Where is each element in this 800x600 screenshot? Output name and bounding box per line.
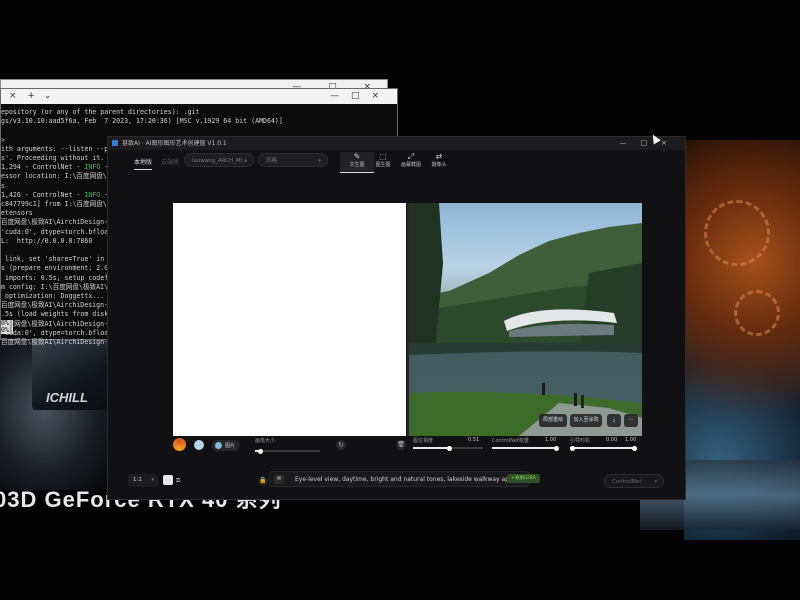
controlnet-select-value: ControlNet [612,479,642,485]
app-toolbar: 本地版 云端版 laowang_ARCH_MI... ▾ 风格 ▾ ✎ 文生图 … [108,150,685,174]
card-brand: ICHILL [46,390,88,405]
slider-handle[interactable] [258,448,264,454]
picture-label: 图片 [225,443,236,449]
minimize-icon[interactable]: — [330,91,351,101]
save-icon[interactable]: ⤓ [607,414,621,427]
render-scene [409,203,642,436]
camera-icon: ⇄ [435,152,443,161]
style-select[interactable]: 风格 ▾ [258,153,328,167]
guidance-range-slider[interactable] [570,445,637,451]
chevron-down-icon: ▾ [654,479,657,485]
model-select-value: laowang_ARCH_MI... [192,158,248,164]
more-icon[interactable]: ⋯ [624,414,638,427]
maximize-icon[interactable]: □ [351,91,372,101]
creativity-fill [413,447,449,449]
generated-render-image: 局部重绘 加入至涂鸦 ⤓ ⋯ [409,203,642,436]
sketch-canvas[interactable] [173,203,406,436]
picture-button[interactable]: 图片 [212,440,240,451]
inpaint-button[interactable]: 局部重绘 [539,414,567,427]
terminal-line: gs/v3.10.10:aad5f6a, Feb 7 2023, 17:20:3… [1,117,283,126]
prompt-text: Eye-level view, daytime, bright and natu… [295,476,515,483]
log-level-info: INFO [84,190,101,199]
prompt-input[interactable]: ⌘ Eye-level view, daytime, bright and na… [269,471,529,487]
creativity-label: 图位相度 [413,438,434,444]
creativity-slider[interactable] [413,445,483,451]
brush-size-slider[interactable] [255,448,320,454]
progress-line: 0%| [1,326,13,334]
aspect-ratio-select[interactable]: 1:1 ▾ [128,474,158,487]
guidance-fill [570,447,636,449]
terminal-window-controls[interactable]: —□× [330,89,391,104]
picture-icon [215,442,222,449]
terminal-titlebar[interactable]: × + ⌄ —□× [1,89,397,104]
mode-camera[interactable]: ⇄ 摄像头 [422,152,456,172]
prompt-tag-icon[interactable]: ⌘ [274,475,284,484]
range-handle-end[interactable] [632,445,637,451]
range-handle-start[interactable] [570,445,575,451]
chevron-down-icon: ▾ [151,477,154,483]
controlnet-weight-fill [492,447,558,449]
chevron-down-icon: ▾ [244,158,247,164]
controlnet-weight-label: ControlNet权重 [492,438,529,444]
controlnet-select[interactable]: ControlNet ▾ [604,474,664,488]
tab-local[interactable]: 本地版 [134,157,153,170]
new-tab-icon[interactable]: + [27,91,35,101]
brush-size-label: 画笔大小 [255,438,276,444]
reset-icon[interactable]: ↻ [336,440,346,450]
guidance-start-value: 0.00 [606,437,618,443]
terminal-line: epository (or any of the parent director… [1,108,200,116]
lock-icon[interactable]: 🔒 [258,476,268,486]
copy-icon[interactable]: ⧉ [176,477,180,485]
close-icon[interactable]: × [661,139,681,147]
chevron-down-icon: ▾ [318,158,321,164]
guidance-label: 引导时机 [570,438,591,444]
creativity-value: 0.51 [468,437,480,443]
model-select[interactable]: laowang_ARCH_MI... ▾ [184,153,254,167]
add-lora-button[interactable]: +添加LORA [507,474,540,483]
app-titlebar[interactable]: 甚致AI · AI图形图形艺术创建窗 V1.0.1 —□× [108,137,685,150]
log-level-info: INFO [84,163,101,172]
terminal-progress: 0%| 0%| [1,320,13,334]
style-select-value: 风格 [266,158,278,164]
ai-design-app-window[interactable]: 甚致AI · AI图形图形艺术创建窗 V1.0.1 —□× 本地版 云端版 la… [107,136,686,500]
tab-cloud[interactable]: 云端版 [161,157,179,166]
slider-handle[interactable] [554,445,559,451]
slider-handle[interactable] [447,445,452,451]
guidance-end-value: 1.00 [625,437,637,443]
minimize-icon[interactable]: — [620,139,641,147]
tab-dropdown-icon[interactable]: ⌄ [44,91,52,101]
app-title: 甚致AI · AI图形图形艺术创建窗 V1.0.1 [122,140,227,147]
aspect-ratio-value: 1:1 [133,477,142,483]
controlnet-weight-value: 1.00 [545,437,557,443]
control-row: 图片 画笔大小 ↻ 🗑 图位相度 0.51 ControlNet权重 1.00 … [108,435,685,457]
close-icon[interactable]: × [371,91,391,101]
mode-label: 摄像头 [431,162,447,168]
batch-toggle-icon[interactable] [163,475,173,485]
app-logo-icon [112,140,118,146]
delete-icon[interactable]: 🗑 [396,440,406,450]
graphics-card-image: ICHILL [32,338,110,410]
controlnet-weight-slider[interactable] [492,445,559,451]
close-tab-icon[interactable]: × [9,91,17,101]
eraser-icon[interactable] [194,440,204,450]
color-palette-icon[interactable] [173,438,186,451]
add-to-canvas-button[interactable]: 加入至涂鸦 [570,414,602,427]
terminal-tab-row[interactable]: × + ⌄ [1,89,51,104]
